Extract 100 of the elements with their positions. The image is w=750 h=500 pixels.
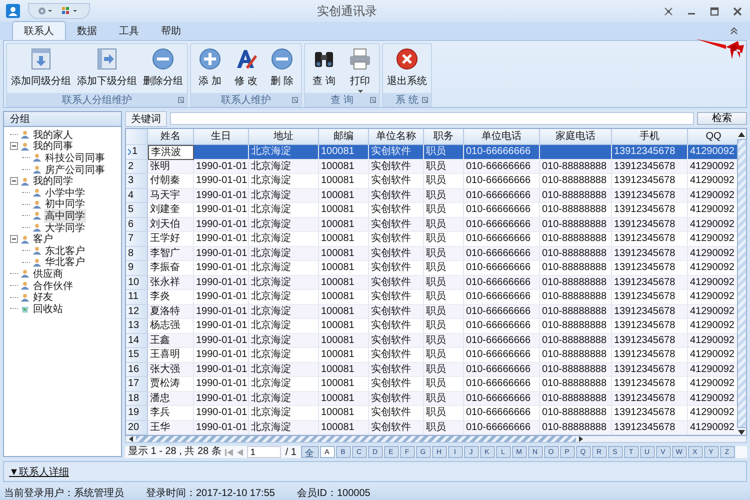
launcher-icon[interactable]: [292, 97, 298, 103]
group-title: 联系人分组维护: [62, 94, 132, 106]
tree-item[interactable]: 高中同学: [44, 208, 86, 223]
search-button[interactable]: 检索: [697, 112, 747, 125]
ribbon-button[interactable]: 添 加: [193, 47, 227, 93]
tree-item[interactable]: 供应商: [32, 266, 64, 281]
table-cell: 010-66666666: [464, 246, 540, 261]
ribbon-button[interactable]: 添加同级分组: [9, 47, 73, 93]
table-cell: 100081: [319, 218, 369, 232]
scroll-left-icon[interactable]: [129, 436, 133, 442]
scroll-up-icon[interactable]: [738, 132, 745, 137]
row-number[interactable]: 12: [126, 304, 148, 319]
column-header[interactable]: QQ: [688, 129, 737, 145]
scroll-right-icon[interactable]: [579, 436, 583, 442]
table-cell: 北京海淀: [249, 420, 319, 435]
scroll-thumb[interactable]: [136, 436, 576, 442]
tree-item[interactable]: 小学中学: [44, 186, 86, 200]
row-number[interactable]: 10: [126, 276, 148, 290]
column-header[interactable]: 单位电话: [464, 129, 540, 145]
tree-item[interactable]: 我的家人: [32, 128, 74, 142]
row-number[interactable]: 3: [126, 174, 148, 188]
row-number[interactable]: 2: [126, 160, 148, 174]
maximize-icon[interactable]: [710, 6, 719, 16]
row-number[interactable]: 9: [126, 261, 148, 276]
row-number[interactable]: 14: [126, 334, 148, 348]
people-icon: [20, 142, 30, 151]
row-number[interactable]: 11: [126, 290, 148, 304]
row-number[interactable]: 13: [126, 319, 148, 334]
ribbon-tab[interactable]: 数据: [66, 22, 108, 40]
tree-item[interactable]: 合作伙伴: [32, 278, 74, 293]
row-number[interactable]: 4: [126, 188, 148, 203]
table-cell: 实创软件: [369, 246, 424, 261]
window-title: 实创通讯录: [316, 2, 378, 20]
ribbon-button[interactable]: 删除分组: [141, 47, 185, 93]
ribbon-tab[interactable]: 工具: [108, 22, 150, 40]
tree-item[interactable]: 大学同学: [44, 220, 86, 235]
row-number[interactable]: 18: [126, 392, 148, 406]
launcher-icon[interactable]: [370, 97, 376, 103]
page-field[interactable]: 1: [247, 446, 282, 458]
column-header[interactable]: 姓名: [148, 129, 194, 145]
details-toggle[interactable]: ▼联系人详细: [9, 464, 69, 478]
ribbon-button[interactable]: 删 除: [265, 47, 299, 93]
status-text: 会员ID：100005: [296, 486, 370, 500]
collapse-box-icon[interactable]: [10, 142, 18, 150]
previous-page-icon[interactable]: [237, 448, 244, 456]
first-page-icon[interactable]: [225, 448, 234, 456]
ribbon-button[interactable]: 打印: [343, 47, 377, 93]
column-header[interactable]: 地址: [249, 129, 319, 145]
row-number[interactable]: 6: [126, 218, 148, 232]
search-field[interactable]: [170, 112, 694, 125]
table-cell: 职员: [424, 145, 464, 160]
collapse-box-icon[interactable]: [10, 177, 18, 186]
column-header[interactable]: 职务: [424, 129, 464, 145]
row-number[interactable]: 8: [126, 246, 148, 261]
table-cell: 职员: [424, 246, 464, 261]
ribbon-button[interactable]: 查 询: [307, 47, 341, 93]
table-cell: 马天宇: [148, 188, 194, 203]
tree-item[interactable]: 好友: [32, 290, 54, 304]
tree-item[interactable]: 华北客户: [44, 255, 86, 270]
column-header[interactable]: 邮编: [319, 129, 369, 145]
row-number[interactable]: 20: [126, 420, 148, 435]
tree-item[interactable]: 房产公司同事: [44, 162, 106, 177]
close-icon[interactable]: [733, 6, 742, 16]
row-number[interactable]: 15: [126, 348, 148, 362]
tree-item[interactable]: 我的同学: [32, 174, 74, 188]
column-header[interactable]: 生日: [194, 129, 249, 145]
ribbon-tab[interactable]: 联系人: [12, 21, 66, 40]
launcher-icon[interactable]: [422, 97, 428, 103]
table-cell: 刘天伯: [148, 218, 194, 232]
column-header[interactable]: 手机: [612, 129, 688, 145]
tree-item[interactable]: 我的同事: [32, 139, 74, 154]
ribbon-button[interactable]: 退出系统: [385, 47, 429, 93]
table-cell: 13912345678: [612, 334, 688, 348]
tree-item[interactable]: 初中同学: [44, 197, 86, 212]
letter-filter-button[interactable]: 全: [300, 446, 318, 458]
row-number[interactable]: 5: [126, 203, 148, 218]
row-number[interactable]: 1: [126, 145, 148, 160]
row-number[interactable]: 7: [126, 232, 148, 246]
ribbon-button[interactable]: 修 改: [229, 47, 263, 93]
column-header[interactable]: 家庭电话: [540, 129, 612, 145]
tree-item[interactable]: 科技公司同事: [44, 150, 106, 165]
collapse-box-icon[interactable]: [10, 235, 18, 244]
table-cell: 010-66666666: [464, 392, 540, 406]
table-cell: 实创软件: [369, 160, 424, 174]
table-cell: 实创软件: [369, 362, 424, 377]
tree-item[interactable]: 东北客户: [44, 244, 86, 258]
dropdown-arrow-icon: [358, 90, 362, 93]
row-number[interactable]: 16: [126, 362, 148, 377]
current-row-icon: [128, 148, 131, 155]
column-header[interactable]: 单位名称: [369, 129, 424, 145]
tree-item[interactable]: 客户: [32, 232, 54, 246]
table-cell: 潘忠: [148, 392, 194, 406]
row-number[interactable]: 17: [126, 377, 148, 392]
ribbon-tab[interactable]: 帮助: [150, 22, 192, 40]
horizontal-scrollbar[interactable]: [125, 436, 747, 443]
launcher-icon[interactable]: [178, 97, 184, 103]
collapse-icon[interactable]: [730, 27, 738, 35]
ribbon-button[interactable]: 添加下级分组: [75, 47, 139, 93]
tree-item[interactable]: 回收站: [32, 302, 64, 316]
row-number[interactable]: 19: [126, 406, 148, 420]
